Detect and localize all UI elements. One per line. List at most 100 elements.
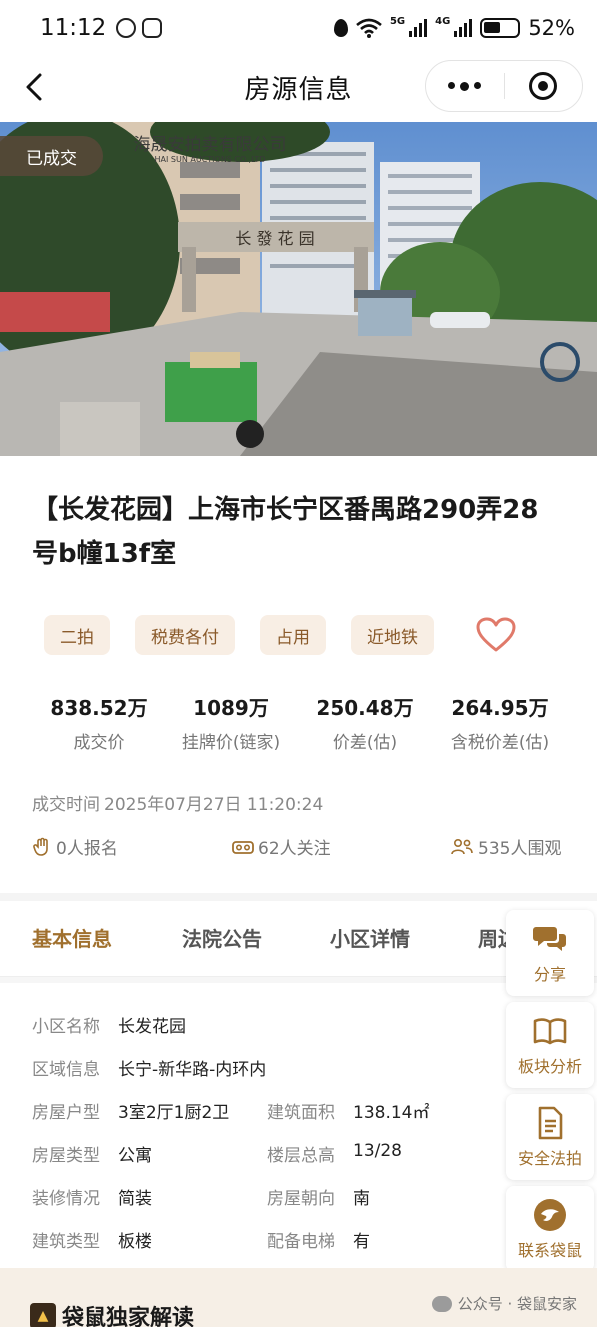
info-value: 简装	[118, 1189, 152, 1209]
info-key: 配备电梯	[267, 1232, 335, 1252]
favorite-heart-icon[interactable]	[476, 617, 516, 653]
deal-time: 成交时间 2025年07月27日 11:20:24	[32, 790, 323, 815]
location-icon	[333, 19, 348, 37]
basic-info: 小区名称 长发花园 区域信息 长宁-新华路-内环内 房屋户型 3室2厅1厨2卫 建筑面…	[32, 1003, 502, 1261]
share-button[interactable]: 分享	[506, 910, 594, 996]
safe-auction-label: 安全法拍	[517, 1149, 582, 1168]
kangaroo-badge-icon: ▲	[30, 1303, 56, 1327]
tag: 近地铁	[351, 615, 434, 655]
info-row: 装修情况 简装 房屋朝向南	[32, 1175, 502, 1218]
status-badge: 已成交	[0, 136, 103, 176]
info-key: 房屋类型	[32, 1146, 100, 1166]
contact-label: 联系袋鼠	[517, 1241, 582, 1260]
watermark-text: 公众号 · 袋鼠安家	[457, 1295, 577, 1313]
share-label: 分享	[533, 965, 566, 984]
exclusive-title-text: 袋鼠独家解读	[62, 1306, 195, 1327]
signal-icon-2	[454, 19, 473, 37]
tag-list: 二拍 税费各付 占用 近地铁	[44, 615, 516, 655]
signup-count-text: 0人报名	[56, 839, 118, 859]
info-row: 区域信息 长宁-新华路-内环内	[32, 1046, 502, 1089]
tab-court-notice[interactable]: 法院公告	[182, 923, 262, 952]
contact-button[interactable]: 联系袋鼠	[506, 1186, 594, 1272]
wifi-icon	[356, 18, 382, 38]
tab-basic-info[interactable]: 基本信息	[32, 923, 112, 952]
info-value: 长发花园	[118, 1017, 186, 1037]
battery-percent: 52%	[528, 16, 575, 40]
listing-title: 【长发花园】上海市长宁区番禺路290弄28号b幢13f室	[32, 495, 539, 569]
info-row: 小区名称 长发花园	[32, 1003, 502, 1046]
page-title: 房源信息	[244, 74, 353, 105]
more-icon[interactable]	[426, 81, 504, 91]
info-row: 房屋类型 公寓 楼层总高 13/28	[32, 1132, 502, 1175]
battery-icon	[480, 18, 521, 38]
gate-sign: 长 發 花 园	[235, 229, 314, 248]
info-value: 板楼	[118, 1232, 152, 1252]
document-icon	[538, 1106, 563, 1140]
tag: 税费各付	[135, 615, 235, 655]
hand-icon	[33, 837, 48, 856]
info-value: 138.14㎡	[353, 1103, 430, 1123]
people-icon	[451, 838, 473, 854]
tag: 二拍	[44, 615, 110, 655]
stat-label: 成交价	[73, 733, 125, 753]
sector-analysis-button[interactable]: 板块分析	[506, 1002, 594, 1088]
network-label-2: 4G	[435, 16, 451, 27]
deal-time-label: 成交时间	[32, 795, 100, 815]
banner-text: 海晟安拍卖有限公司	[134, 135, 287, 155]
stat-value: 1089万	[193, 696, 269, 720]
info-key: 区域信息	[32, 1060, 100, 1080]
engagement-counts: 0人报名 62人关注 535人围观	[32, 834, 572, 862]
stat-label: 价差(估)	[332, 733, 398, 753]
signal-icon	[409, 19, 428, 37]
banner-subtext: HAI SUN AUCTIONS CO.,LTD	[155, 155, 266, 164]
info-key: 建筑面积	[267, 1103, 335, 1123]
safe-auction-button[interactable]: 安全法拍	[506, 1094, 594, 1180]
nav-bar: 房源信息	[0, 56, 597, 118]
status-time: 11:12	[40, 15, 107, 41]
tab-community-detail[interactable]: 小区详情	[330, 923, 410, 952]
chat-bubbles-icon	[533, 927, 566, 951]
view-count: 535人围观	[450, 834, 561, 859]
stat-value: 838.52万	[50, 696, 148, 720]
section-divider	[0, 893, 597, 901]
kangaroo-logo-icon	[534, 1199, 566, 1231]
alarm-icon	[116, 18, 137, 38]
view-count-text: 535人围观	[478, 839, 562, 859]
stat-taxed-price-gap: 264.95万 含税价差(估)	[434, 690, 566, 753]
info-value: 长宁-新华路-内环内	[118, 1060, 267, 1080]
info-key: 房屋户型	[32, 1103, 100, 1123]
info-value: 3室2厅1厨2卫	[118, 1103, 230, 1123]
stat-price-gap: 250.48万 价差(估)	[304, 690, 426, 753]
status-bar: 11:12 5G 4G 52%	[0, 0, 597, 56]
stat-label: 挂牌价(链家)	[181, 733, 281, 753]
close-miniprogram-icon[interactable]	[505, 72, 583, 100]
stat-list-price: 1089万 挂牌价(链家)	[170, 690, 292, 753]
signup-count: 0人报名	[32, 834, 118, 859]
property-photo[interactable]: 长 發 花 园 海晟安拍卖有限公司 HAI SUN AUCTIONS CO.,L…	[0, 122, 597, 456]
hand-icon	[142, 18, 163, 38]
info-value: 公寓	[118, 1146, 152, 1166]
follow-count-text: 62人关注	[258, 839, 331, 859]
info-key: 装修情况	[32, 1189, 100, 1209]
stat-value: 250.48万	[316, 696, 414, 720]
info-key: 建筑类型	[32, 1232, 100, 1252]
back-icon[interactable]	[20, 70, 50, 104]
info-key: 小区名称	[32, 1017, 100, 1037]
network-label-1: 5G	[389, 16, 406, 27]
deal-time-value: 2025年07月27日 11:20:24	[104, 795, 324, 815]
sector-analysis-label: 板块分析	[517, 1057, 582, 1076]
info-value: 有	[353, 1232, 370, 1252]
follow-count: 62人关注	[232, 834, 331, 859]
info-value: 南	[353, 1189, 370, 1209]
exclusive-section-title: ▲ 袋鼠独家解读	[30, 1300, 194, 1327]
info-row: 房屋户型 3室2厅1厨2卫 建筑面积 138.14㎡	[32, 1089, 502, 1132]
miniprogram-capsule	[425, 60, 583, 112]
info-key: 房屋朝向	[267, 1189, 335, 1209]
info-row: 建筑类型 板楼 配备电梯有	[32, 1218, 502, 1261]
stat-value: 264.95万	[451, 696, 549, 720]
watermark: 公众号 · 袋鼠安家	[431, 1293, 577, 1314]
info-key: 楼层总高	[267, 1146, 335, 1166]
wechat-icon	[431, 1295, 452, 1312]
vr-glasses-icon	[232, 840, 254, 854]
stat-deal-price: 838.52万 成交价	[38, 690, 160, 753]
